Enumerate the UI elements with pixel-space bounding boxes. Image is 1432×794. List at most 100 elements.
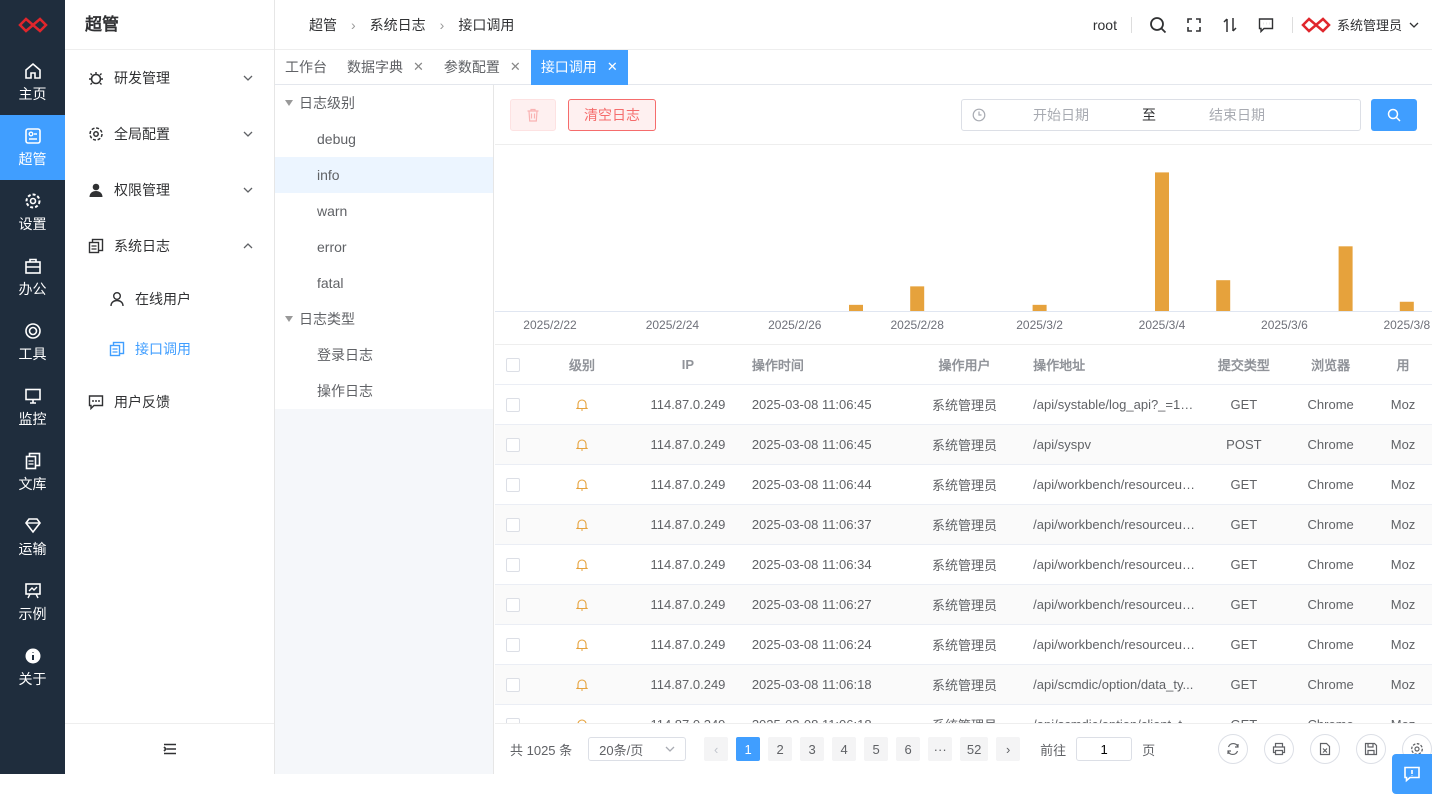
- column-header[interactable]: IP: [632, 357, 744, 372]
- tab-workbench[interactable]: 工作台: [275, 50, 337, 85]
- close-icon[interactable]: ✕: [607, 59, 618, 75]
- page-button[interactable]: 6: [896, 737, 921, 761]
- print-button[interactable]: [1264, 734, 1294, 764]
- table-row[interactable]: 114.87.0.249 2025-03-08 11:06:44 系统管理员/api…: [495, 465, 1432, 505]
- column-header[interactable]: 操作用户: [904, 355, 1025, 374]
- breadcrumb-item[interactable]: 超管: [309, 15, 337, 35]
- rail-item-3[interactable]: 办公: [0, 245, 65, 310]
- rail-item-4[interactable]: 工具: [0, 310, 65, 375]
- delete-button[interactable]: [510, 98, 556, 131]
- row-checkbox[interactable]: [495, 557, 532, 572]
- column-header[interactable]: 操作地址: [1025, 355, 1200, 374]
- close-icon[interactable]: ✕: [413, 59, 424, 75]
- table-row[interactable]: 114.87.0.249 2025-03-08 11:06:45 系统管理员/api…: [495, 385, 1432, 425]
- tab-data-dict[interactable]: 数据字典 ✕: [337, 50, 434, 85]
- feedback-float-button[interactable]: [1392, 754, 1432, 794]
- browser-cell: Chrome: [1307, 677, 1354, 692]
- rail-item-6[interactable]: 文库: [0, 440, 65, 505]
- tree-leaf-info[interactable]: info: [275, 157, 493, 193]
- sort-icon[interactable]: [1212, 13, 1248, 37]
- rail-item-2[interactable]: 设置: [0, 180, 65, 245]
- table-row[interactable]: 114.87.0.249 2025-03-08 11:06:27 系统管理员/api…: [495, 585, 1432, 625]
- chart-bar[interactable]: [1338, 246, 1353, 311]
- user-dropdown[interactable]: 系统管理员: [1301, 15, 1420, 34]
- prev-page-button[interactable]: ‹: [704, 737, 729, 761]
- tree-leaf-fatal[interactable]: fatal: [275, 265, 493, 301]
- more-pages-button[interactable]: ···: [928, 737, 953, 761]
- breadcrumb-item[interactable]: 系统日志: [370, 15, 426, 35]
- tree-leaf-operation-log[interactable]: 操作日志: [275, 373, 493, 409]
- table-row[interactable]: 114.87.0.249 2025-03-08 11:06:34 系统管理员/api…: [495, 545, 1432, 585]
- row-checkbox[interactable]: [495, 677, 532, 692]
- search-icon[interactable]: [1140, 13, 1176, 37]
- tree-leaf-login-log[interactable]: 登录日志: [275, 337, 493, 373]
- page-button[interactable]: 52: [960, 737, 989, 761]
- chart-bar[interactable]: [1155, 172, 1169, 311]
- message-icon[interactable]: [1248, 13, 1284, 37]
- page-button[interactable]: 4: [832, 737, 857, 761]
- menu-item-dev[interactable]: 研发管理: [65, 50, 274, 106]
- page-button[interactable]: 5: [864, 737, 889, 761]
- rail-item-0[interactable]: 主页: [0, 50, 65, 115]
- search-button[interactable]: [1371, 98, 1417, 131]
- tab-api-calls[interactable]: 接口调用 ✕: [530, 49, 628, 85]
- date-range-picker[interactable]: 至: [961, 98, 1361, 131]
- column-header[interactable]: 级别: [532, 355, 632, 374]
- user-cell: 系统管理员: [931, 638, 997, 653]
- rail-item-7[interactable]: 运输: [0, 505, 65, 570]
- row-checkbox[interactable]: [495, 477, 532, 492]
- close-icon[interactable]: ✕: [510, 59, 521, 75]
- table-row[interactable]: 114.87.0.2492025-03-08 11:06:18系统管理员/api…: [495, 705, 1432, 723]
- refresh-button[interactable]: [1218, 734, 1248, 764]
- menu-sub-online-users[interactable]: 在线用户: [65, 274, 274, 324]
- save-button[interactable]: [1356, 734, 1386, 764]
- rail-item-1[interactable]: 超管: [0, 115, 65, 180]
- menu-item-permission[interactable]: 权限管理: [65, 162, 274, 218]
- column-header[interactable]: 提交类型: [1200, 355, 1287, 374]
- rail-item-5[interactable]: 监控: [0, 375, 65, 440]
- menu-collapse-button[interactable]: [65, 723, 274, 774]
- menu-item-global-config[interactable]: 全局配置: [65, 106, 274, 162]
- tree-group-level[interactable]: 日志级别: [275, 85, 493, 121]
- table-row[interactable]: 114.87.0.2492025-03-08 11:06:18系统管理员/api…: [495, 665, 1432, 705]
- page-button[interactable]: 3: [800, 737, 825, 761]
- start-date-input[interactable]: [986, 106, 1136, 123]
- clear-log-button[interactable]: 清空日志: [568, 98, 656, 131]
- page-button[interactable]: 2: [768, 737, 793, 761]
- column-header[interactable]: 用: [1374, 355, 1432, 374]
- chart-bar[interactable]: [910, 286, 925, 311]
- export-button[interactable]: [1310, 734, 1340, 764]
- chart-bar[interactable]: [1216, 280, 1231, 311]
- page-button[interactable]: 1: [736, 737, 761, 761]
- row-checkbox[interactable]: [495, 597, 532, 612]
- table-row[interactable]: 114.87.0.249 2025-03-08 11:06:24 系统管理员/api…: [495, 625, 1432, 665]
- row-checkbox[interactable]: [495, 397, 532, 412]
- table-row[interactable]: 114.87.0.249 2025-03-08 11:06:45 系统管理员/api…: [495, 425, 1432, 465]
- next-page-button[interactable]: ›: [996, 737, 1021, 761]
- menu-item-feedback[interactable]: 用户反馈: [65, 374, 274, 430]
- brand-logo-icon[interactable]: [0, 0, 65, 50]
- menu-item-system-log[interactable]: 系统日志: [65, 218, 274, 274]
- row-checkbox[interactable]: [495, 637, 532, 652]
- tree-leaf-debug[interactable]: debug: [275, 121, 493, 157]
- tree-leaf-error[interactable]: error: [275, 229, 493, 265]
- table-row[interactable]: 114.87.0.249 2025-03-08 11:06:37 系统管理员/api…: [495, 505, 1432, 545]
- chart-bar[interactable]: [1399, 301, 1414, 311]
- menu-sub-api-calls[interactable]: 接口调用: [65, 324, 274, 374]
- goto-page-input[interactable]: [1076, 737, 1133, 761]
- tree-group-type[interactable]: 日志类型: [275, 301, 493, 337]
- chart-bar[interactable]: [849, 304, 863, 311]
- chart-bar[interactable]: [1032, 304, 1047, 311]
- rail-item-9[interactable]: 关于: [0, 635, 65, 700]
- column-header[interactable]: 浏览器: [1287, 355, 1374, 374]
- column-header[interactable]: 操作时间: [744, 355, 904, 374]
- page-size-select[interactable]: 20条/页: [588, 737, 687, 761]
- end-date-input[interactable]: [1162, 106, 1312, 123]
- row-checkbox[interactable]: [495, 437, 532, 452]
- rail-item-8[interactable]: 示例: [0, 570, 65, 635]
- tab-param-config[interactable]: 参数配置 ✕: [434, 50, 531, 85]
- tree-leaf-warn[interactable]: warn: [275, 193, 493, 229]
- row-checkbox[interactable]: [495, 517, 532, 532]
- fullscreen-icon[interactable]: [1176, 13, 1212, 37]
- select-all-checkbox[interactable]: [495, 357, 532, 372]
